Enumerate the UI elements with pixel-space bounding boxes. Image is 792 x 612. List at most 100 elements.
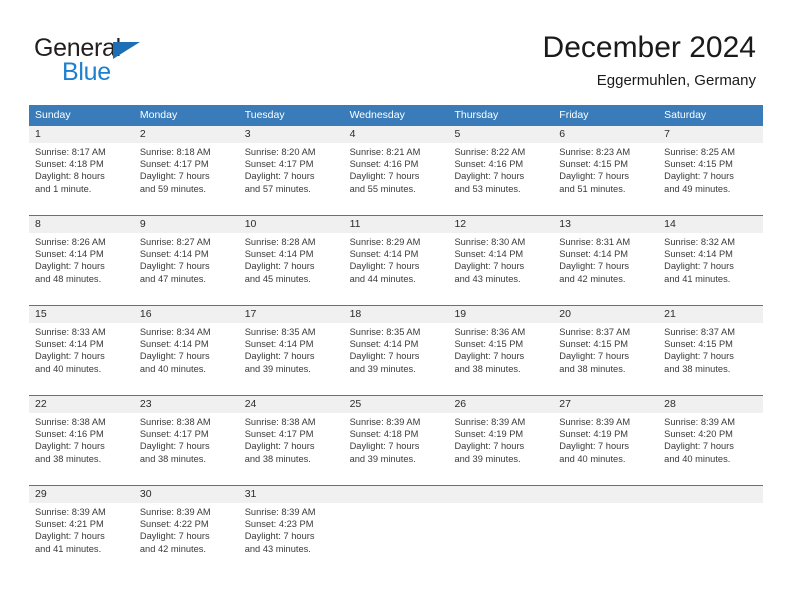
day-cell[interactable]: Sunrise: 8:17 AM Sunset: 4:18 PM Dayligh… <box>29 143 134 215</box>
day-cell[interactable]: Sunrise: 8:38 AM Sunset: 4:17 PM Dayligh… <box>134 413 239 485</box>
day-cell[interactable]: Sunrise: 8:37 AM Sunset: 4:15 PM Dayligh… <box>658 323 763 395</box>
day-number[interactable]: 11 <box>344 216 449 233</box>
day-number[interactable]: 16 <box>134 306 239 323</box>
day-number-row: 29 30 31 <box>29 486 763 503</box>
day-number[interactable]: 26 <box>448 396 553 413</box>
sunset-text: Sunset: 4:14 PM <box>349 339 419 350</box>
day-number[interactable]: 30 <box>134 486 239 503</box>
day-number[interactable]: 3 <box>239 126 344 143</box>
day-cell[interactable]: Sunrise: 8:30 AM Sunset: 4:14 PM Dayligh… <box>448 233 553 305</box>
day-number[interactable]: 12 <box>448 216 553 233</box>
day-number[interactable]: 29 <box>29 486 134 503</box>
day-number[interactable]: 17 <box>239 306 344 323</box>
day-cell[interactable]: Sunrise: 8:31 AM Sunset: 4:14 PM Dayligh… <box>553 233 658 305</box>
day-detail-row: Sunrise: 8:26 AM Sunset: 4:14 PM Dayligh… <box>29 233 763 305</box>
sunset-text: Sunset: 4:15 PM <box>454 339 524 350</box>
day-number[interactable]: 1 <box>29 126 134 143</box>
day-cell[interactable]: Sunrise: 8:39 AM Sunset: 4:22 PM Dayligh… <box>134 503 239 575</box>
day-cell[interactable]: Sunrise: 8:39 AM Sunset: 4:20 PM Dayligh… <box>658 413 763 485</box>
daylight-line2: and 39 minutes. <box>454 453 521 464</box>
day-cell[interactable]: Sunrise: 8:26 AM Sunset: 4:14 PM Dayligh… <box>29 233 134 305</box>
sunset-text: Sunset: 4:17 PM <box>139 429 209 440</box>
day-cell[interactable]: Sunrise: 8:38 AM Sunset: 4:16 PM Dayligh… <box>29 413 134 485</box>
day-cell[interactable]: Sunrise: 8:32 AM Sunset: 4:14 PM Dayligh… <box>658 233 763 305</box>
day-number[interactable]: 4 <box>344 126 449 143</box>
day-cell[interactable]: Sunrise: 8:34 AM Sunset: 4:14 PM Dayligh… <box>134 323 239 395</box>
sunset-text: Sunset: 4:17 PM <box>139 159 209 170</box>
day-number[interactable]: 13 <box>553 216 658 233</box>
day-cell[interactable]: Sunrise: 8:39 AM Sunset: 4:21 PM Dayligh… <box>29 503 134 575</box>
day-cell[interactable]: Sunrise: 8:36 AM Sunset: 4:15 PM Dayligh… <box>448 323 553 395</box>
week-row: 8 9 10 11 12 13 14 Sunrise: 8:26 AM Suns… <box>29 215 763 305</box>
day-number[interactable]: 7 <box>658 126 763 143</box>
day-number[interactable]: 10 <box>239 216 344 233</box>
day-cell[interactable]: Sunrise: 8:35 AM Sunset: 4:14 PM Dayligh… <box>239 323 344 395</box>
daylight-line1: Daylight: 7 hours <box>559 441 630 452</box>
day-cell[interactable]: Sunrise: 8:29 AM Sunset: 4:14 PM Dayligh… <box>344 233 449 305</box>
day-number[interactable]: 23 <box>134 396 239 413</box>
daylight-line2: and 57 minutes. <box>244 183 311 194</box>
daylight-line1: Daylight: 7 hours <box>244 351 315 362</box>
day-cell[interactable]: Sunrise: 8:25 AM Sunset: 4:15 PM Dayligh… <box>658 143 763 215</box>
day-number[interactable]: 20 <box>553 306 658 323</box>
day-number[interactable]: 21 <box>658 306 763 323</box>
daylight-line2: and 40 minutes. <box>559 453 626 464</box>
day-number[interactable]: 31 <box>239 486 344 503</box>
weekday-header-sunday: Sunday <box>35 109 71 121</box>
daylight-line2: and 53 minutes. <box>454 183 521 194</box>
day-number[interactable]: 2 <box>134 126 239 143</box>
day-cell[interactable]: Sunrise: 8:22 AM Sunset: 4:16 PM Dayligh… <box>448 143 553 215</box>
day-cell[interactable]: Sunrise: 8:35 AM Sunset: 4:14 PM Dayligh… <box>344 323 449 395</box>
day-number[interactable]: 14 <box>658 216 763 233</box>
sunrise-text: Sunrise: 8:26 AM <box>35 237 106 247</box>
daylight-line1: Daylight: 7 hours <box>664 441 734 452</box>
week-row: 22 23 24 25 26 27 28 Sunrise: 8:38 AM Su… <box>29 395 763 485</box>
day-number[interactable]: 28 <box>658 396 763 413</box>
day-number[interactable]: 24 <box>239 396 344 413</box>
page-title: December 2024 <box>542 31 756 64</box>
day-number[interactable]: 18 <box>344 306 449 323</box>
sunrise-text: Sunrise: 8:33 AM <box>35 327 106 337</box>
daylight-line1: Daylight: 7 hours <box>139 171 210 182</box>
day-number[interactable]: 25 <box>344 396 449 413</box>
day-cell[interactable]: Sunrise: 8:21 AM Sunset: 4:16 PM Dayligh… <box>344 143 449 215</box>
daylight-line1: Daylight: 7 hours <box>35 261 105 272</box>
day-number[interactable]: 8 <box>29 216 134 233</box>
day-cell[interactable]: Sunrise: 8:39 AM Sunset: 4:19 PM Dayligh… <box>553 413 658 485</box>
daylight-line2: and 47 minutes. <box>139 273 207 284</box>
day-cell-empty <box>344 503 449 575</box>
sunset-text: Sunset: 4:23 PM <box>244 519 314 530</box>
day-number[interactable]: 9 <box>134 216 239 233</box>
day-number-row: 22 23 24 25 26 27 28 <box>29 396 763 413</box>
daylight-line2: and 38 minutes. <box>139 453 207 464</box>
day-cell[interactable]: Sunrise: 8:20 AM Sunset: 4:17 PM Dayligh… <box>239 143 344 215</box>
day-cell[interactable]: Sunrise: 8:27 AM Sunset: 4:14 PM Dayligh… <box>134 233 239 305</box>
day-number[interactable]: 19 <box>448 306 553 323</box>
day-number-row: 15 16 17 18 19 20 21 <box>29 306 763 323</box>
day-number[interactable]: 22 <box>29 396 134 413</box>
day-cell[interactable]: Sunrise: 8:28 AM Sunset: 4:14 PM Dayligh… <box>239 233 344 305</box>
daylight-line1: Daylight: 7 hours <box>139 441 210 452</box>
daylight-line1: Daylight: 7 hours <box>664 261 734 272</box>
sunrise-text: Sunrise: 8:27 AM <box>139 237 211 247</box>
day-number[interactable]: 6 <box>553 126 658 143</box>
general-blue-logo[interactable]: General Blue <box>34 34 234 86</box>
day-number-empty <box>448 486 553 503</box>
day-number[interactable]: 5 <box>448 126 553 143</box>
day-cell[interactable]: Sunrise: 8:39 AM Sunset: 4:19 PM Dayligh… <box>448 413 553 485</box>
day-cell[interactable]: Sunrise: 8:38 AM Sunset: 4:17 PM Dayligh… <box>239 413 344 485</box>
day-number[interactable]: 27 <box>553 396 658 413</box>
daylight-line1: Daylight: 7 hours <box>454 441 525 452</box>
daylight-line1: Daylight: 7 hours <box>559 351 630 362</box>
day-cell[interactable]: Sunrise: 8:39 AM Sunset: 4:18 PM Dayligh… <box>344 413 449 485</box>
day-cell[interactable]: Sunrise: 8:18 AM Sunset: 4:17 PM Dayligh… <box>134 143 239 215</box>
day-cell[interactable]: Sunrise: 8:23 AM Sunset: 4:15 PM Dayligh… <box>553 143 658 215</box>
sunrise-text: Sunrise: 8:37 AM <box>559 327 631 337</box>
sunset-text: Sunset: 4:16 PM <box>454 159 524 170</box>
day-number[interactable]: 15 <box>29 306 134 323</box>
daylight-line2: and 38 minutes. <box>244 453 311 464</box>
day-cell[interactable]: Sunrise: 8:37 AM Sunset: 4:15 PM Dayligh… <box>553 323 658 395</box>
day-cell[interactable]: Sunrise: 8:39 AM Sunset: 4:23 PM Dayligh… <box>239 503 344 575</box>
weekday-header-friday: Friday <box>559 109 589 121</box>
day-cell[interactable]: Sunrise: 8:33 AM Sunset: 4:14 PM Dayligh… <box>29 323 134 395</box>
